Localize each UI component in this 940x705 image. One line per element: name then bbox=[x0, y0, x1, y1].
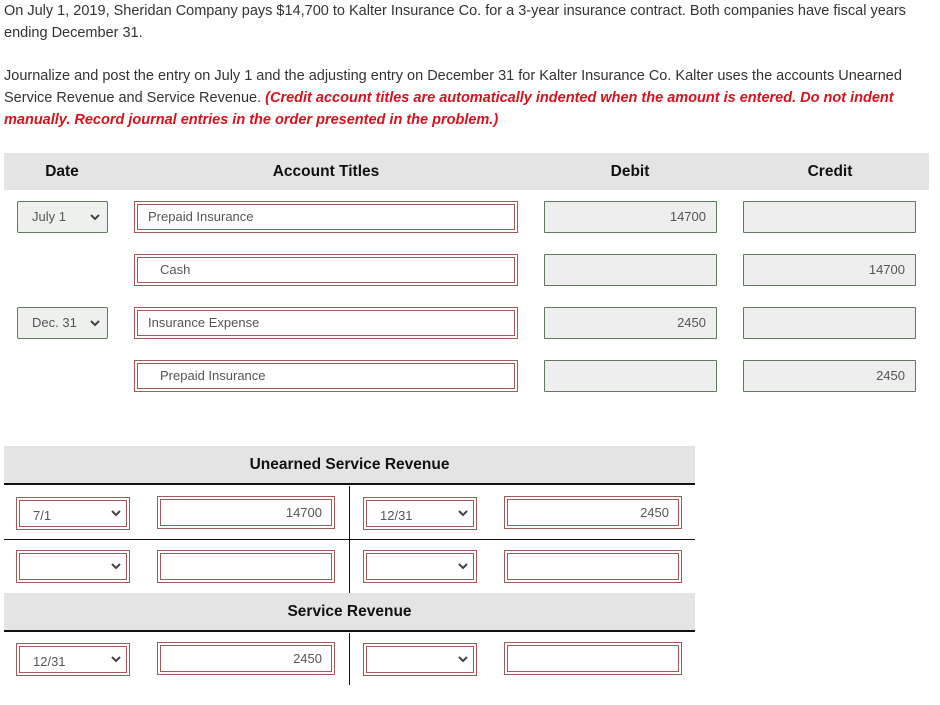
chevron-down-icon bbox=[458, 498, 468, 529]
t-right-date-value: 12/31 bbox=[380, 508, 413, 523]
chevron-down-icon bbox=[90, 308, 100, 338]
date-select-value: July 1 bbox=[32, 209, 66, 224]
t-left-amount-input[interactable] bbox=[157, 550, 335, 583]
account-title-input[interactable]: Prepaid Insurance bbox=[134, 360, 518, 392]
t-left-amount-input[interactable]: 2450 bbox=[157, 642, 335, 675]
t-right-date-select[interactable] bbox=[363, 550, 477, 583]
account-title-input[interactable]: Prepaid Insurance bbox=[134, 201, 518, 233]
credit-input[interactable] bbox=[743, 307, 916, 339]
t-left-date-value: 7/1 bbox=[33, 508, 52, 523]
chevron-down-icon bbox=[458, 551, 468, 582]
credit-input[interactable]: 14700 bbox=[743, 254, 916, 286]
chevron-down-icon bbox=[458, 644, 468, 675]
debit-input[interactable] bbox=[544, 360, 717, 392]
header-credit: Credit bbox=[807, 163, 853, 180]
credit-input[interactable]: 2450 bbox=[743, 360, 916, 392]
date-select[interactable]: July 1 bbox=[17, 201, 108, 233]
date-select[interactable]: Dec. 31 bbox=[17, 307, 108, 339]
t-right-amount-input[interactable] bbox=[504, 642, 682, 675]
header-account-titles: Account Titles bbox=[272, 163, 380, 180]
account-title-input[interactable]: Cash bbox=[134, 254, 518, 286]
chevron-down-icon bbox=[90, 202, 100, 232]
debit-input[interactable] bbox=[544, 254, 717, 286]
t-left-date-select[interactable]: 7/1 bbox=[16, 497, 130, 530]
t-account-divider bbox=[349, 633, 350, 685]
header-debit: Debit bbox=[610, 163, 650, 180]
t-account-title-unearned-service-revenue: Unearned Service Revenue bbox=[4, 446, 695, 485]
t-right-date-select[interactable] bbox=[363, 643, 477, 676]
t-right-amount-input[interactable] bbox=[504, 550, 682, 583]
problem-instructions: Journalize and post the entry on July 1 … bbox=[4, 65, 929, 131]
t-right-amount-input[interactable]: 2450 bbox=[504, 496, 682, 529]
t-account-row-divider bbox=[4, 539, 695, 540]
t-right-date-select[interactable]: 12/31 bbox=[363, 497, 477, 530]
t-account-title-service-revenue: Service Revenue bbox=[4, 593, 695, 632]
chevron-down-icon bbox=[111, 551, 121, 582]
header-date: Date bbox=[45, 163, 79, 180]
t-left-date-value: 12/31 bbox=[33, 654, 66, 669]
journal-header: Date Account Titles Debit Credit bbox=[4, 153, 929, 190]
date-select-value: Dec. 31 bbox=[32, 315, 77, 330]
t-left-date-select[interactable] bbox=[16, 550, 130, 583]
debit-input[interactable]: 14700 bbox=[544, 201, 717, 233]
problem-intro: On July 1, 2019, Sheridan Company pays $… bbox=[4, 3, 906, 41]
chevron-down-icon bbox=[111, 644, 121, 675]
credit-input[interactable] bbox=[743, 201, 916, 233]
account-title-input[interactable]: Insurance Expense bbox=[134, 307, 518, 339]
chevron-down-icon bbox=[111, 498, 121, 529]
t-left-amount-input[interactable]: 14700 bbox=[157, 496, 335, 529]
debit-input[interactable]: 2450 bbox=[544, 307, 717, 339]
t-left-date-select[interactable]: 12/31 bbox=[16, 643, 130, 676]
